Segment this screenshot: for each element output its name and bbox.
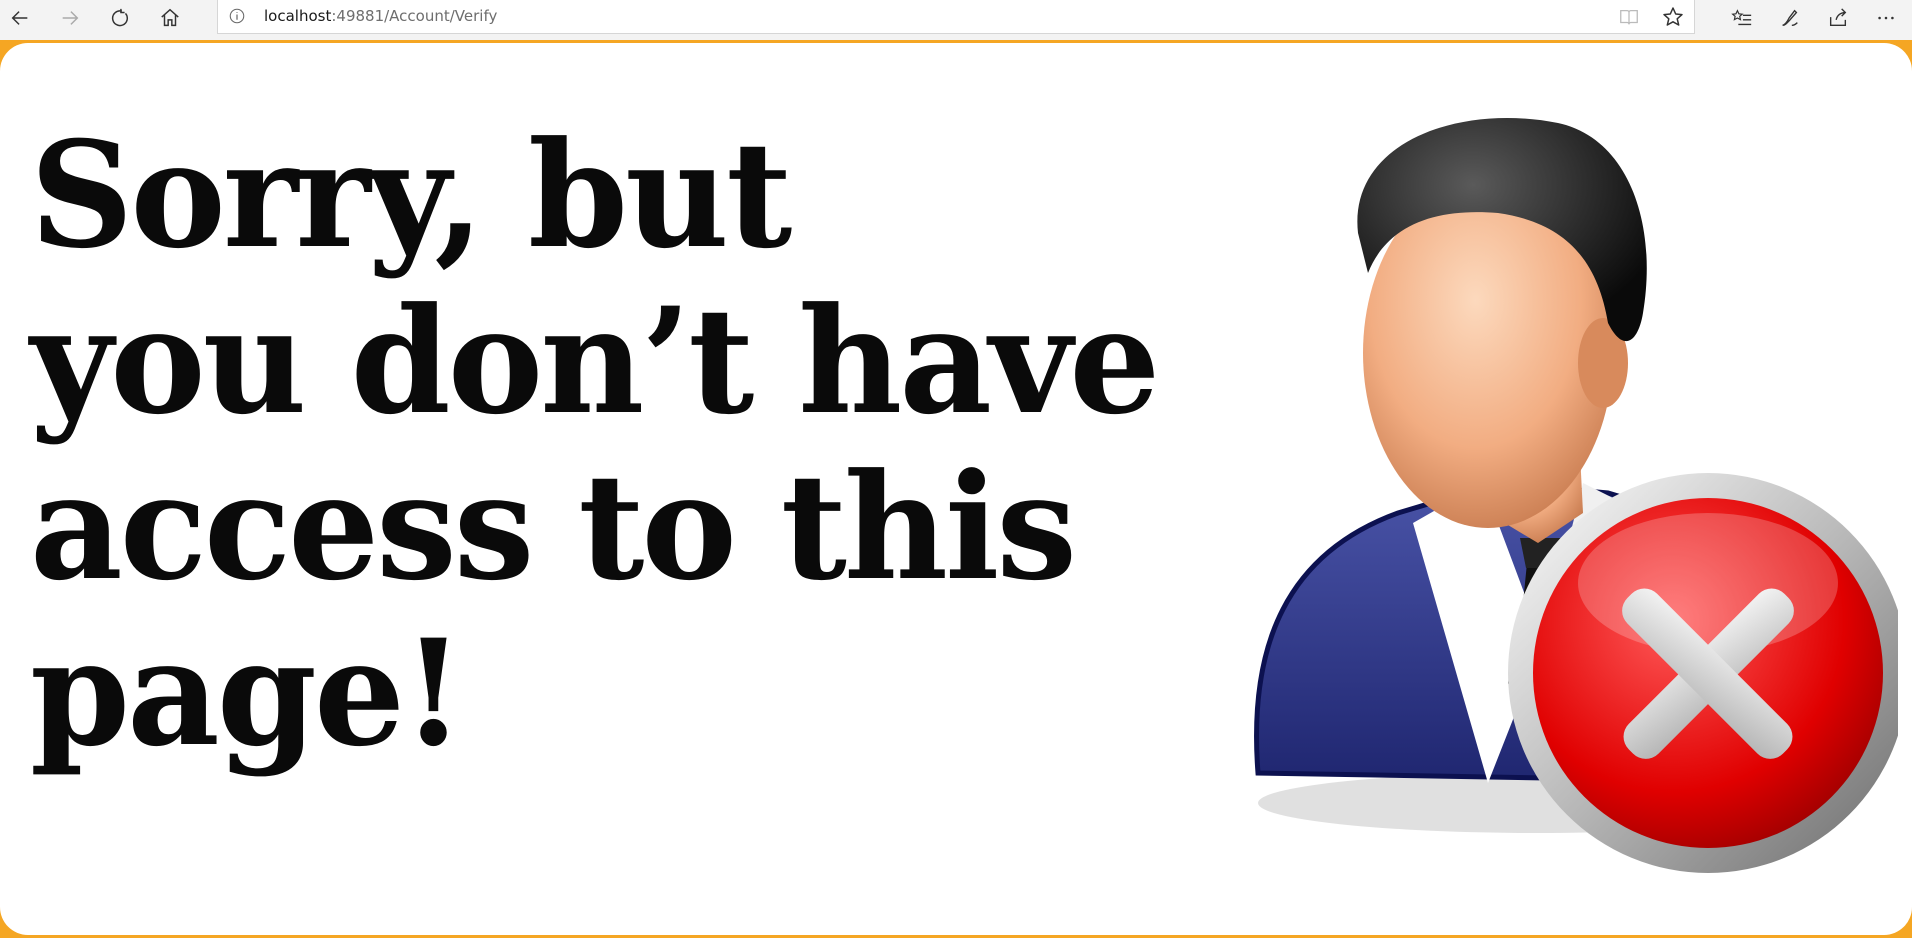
access-denied-heading: Sorry, but you don’t have access to this… — [30, 113, 1304, 777]
more-icon — [1878, 16, 1894, 20]
star-icon[interactable] — [1661, 5, 1685, 29]
address-bar[interactable]: localhost:49881/Account/Verify — [217, 0, 1695, 34]
refresh-button[interactable] — [102, 2, 138, 34]
forward-button[interactable] — [52, 2, 88, 34]
notes-button[interactable] — [1772, 2, 1808, 34]
url-host: localhost — [264, 7, 332, 25]
forward-arrow-icon — [62, 11, 79, 25]
page-viewport: Sorry, but you don’t have access to this… — [0, 40, 1912, 938]
reading-view-icon[interactable] — [1618, 6, 1640, 28]
share-icon — [1829, 8, 1847, 27]
heading-line-2: you don’t have — [30, 276, 1160, 447]
badge-highlight — [1578, 513, 1838, 653]
refresh-icon — [111, 8, 128, 27]
back-arrow-icon — [11, 11, 28, 25]
favorites-hub-button[interactable] — [1724, 2, 1760, 34]
favorites-list-icon — [1731, 9, 1752, 26]
home-button[interactable] — [152, 2, 188, 34]
access-denied-panel: Sorry, but you don’t have access to this… — [0, 43, 1912, 935]
info-icon[interactable] — [228, 7, 246, 25]
more-button[interactable] — [1868, 2, 1904, 34]
back-button[interactable] — [2, 2, 38, 34]
share-button[interactable] — [1820, 2, 1856, 34]
pen-icon — [1782, 9, 1798, 27]
url-path: :49881/Account/Verify — [331, 7, 498, 25]
heading-line-4: page! — [30, 608, 465, 779]
heading-line-3: access to this — [30, 442, 1077, 613]
home-icon — [161, 8, 179, 27]
heading-line-1: Sorry, but — [30, 110, 792, 281]
url-text[interactable]: localhost:49881/Account/Verify — [264, 7, 497, 25]
access-denied-user-icon — [1254, 117, 1898, 873]
browser-toolbar: localhost:49881/Account/Verify — [0, 0, 1912, 40]
